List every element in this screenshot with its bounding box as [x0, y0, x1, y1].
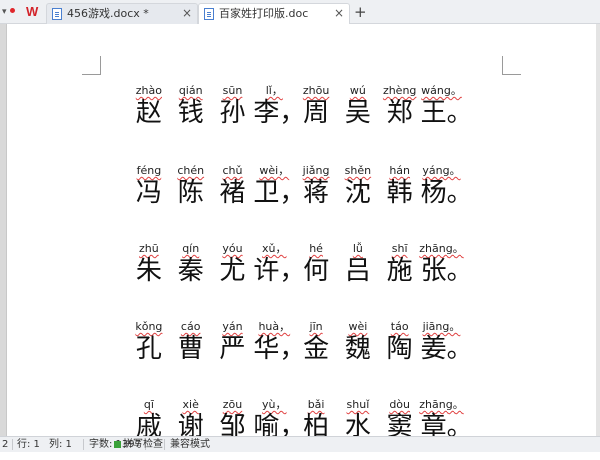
hanzi-character: 张。 [420, 256, 473, 286]
hanzi-character: 孙 [219, 98, 246, 128]
hanzi-character: 李， [253, 98, 306, 128]
pinyin-annotation: jiāng。 [422, 320, 461, 333]
verse-line: kǒng 孔 cáo 曹 yán 严 huà， 华， jīn 金 wèi 魏 táo 陶 jiāng。 姜。 [128, 320, 473, 382]
pinyin-annotation: zhāng。 [419, 398, 464, 411]
hanzi-character: 严 [219, 334, 246, 364]
hanzi-character: 曹 [177, 334, 204, 364]
divider [83, 439, 84, 450]
pinyin-annotation: zhāng。 [419, 242, 464, 255]
hanzi-character: 施 [386, 256, 413, 286]
hanzi-character: 郑 [386, 98, 413, 128]
hanzi-character: 赵 [135, 98, 162, 128]
hanzi-character: 钱 [177, 98, 204, 128]
document-icon [204, 8, 214, 20]
page-indicator[interactable]: 2 [2, 437, 8, 452]
hanzi-character: 陶 [386, 334, 413, 364]
close-icon[interactable]: × [182, 4, 192, 23]
hanzi-character: 姜。 [420, 334, 473, 364]
hanzi-character: 吕 [344, 256, 371, 286]
chevron-down-icon[interactable]: ▾ [2, 4, 7, 20]
wps-logo-icon[interactable]: W [26, 5, 40, 19]
pinyin-annotation: wáng。 [421, 84, 462, 97]
close-icon[interactable]: × [334, 4, 344, 23]
hanzi-character: 吴 [344, 98, 371, 128]
pinyin-annotation: yáng。 [422, 164, 461, 177]
status-bar: 2 行: 1 列: 1 字数: 1397 拼写检查 兼容模式 [0, 436, 600, 452]
verse-line: féng 冯 chén 陈 chǔ 褚 wèi， 卫， jiǎng 蒋 shěn 沈 hán 韩 yáng。… [128, 164, 473, 226]
compat-mode: 兼容模式 [170, 439, 210, 450]
vertical-scrollbar[interactable] [596, 24, 600, 436]
hanzi-character: 华， [253, 334, 306, 364]
spell-check-status[interactable]: 拼写检查 [123, 437, 163, 452]
tab-surname-print-doc[interactable]: 百家姓打印版.doc × [198, 3, 350, 25]
hanzi-character: 杨。 [420, 178, 473, 208]
left-gutter [0, 24, 7, 436]
hanzi-character: 褚 [219, 178, 246, 208]
hanzi-character: 卫， [253, 178, 306, 208]
character-cell: zhāng。 张。 [419, 242, 473, 304]
document-icon [52, 8, 62, 20]
tab-456-game-docx[interactable]: 456游戏.docx * × [46, 3, 198, 24]
notification-dot-icon [10, 8, 15, 13]
divider [164, 439, 165, 450]
hanzi-character: 陈 [177, 178, 204, 208]
hanzi-character: 许， [253, 256, 306, 286]
tab-label: 456游戏.docx * [67, 7, 149, 20]
app-menu-control[interactable]: ▾ W [2, 4, 42, 20]
hanzi-character: 沈 [344, 178, 371, 208]
hanzi-character: 朱 [135, 256, 162, 286]
hanzi-character: 蒋 [303, 178, 330, 208]
character-cell: jiāng。 姜。 [420, 320, 473, 382]
spell-check-icon [114, 441, 121, 448]
row-indicator: 行: 1 [17, 439, 40, 450]
hanzi-character: 周 [303, 98, 330, 128]
verse-line: zhào 赵 qián 钱 sūn 孙 lǐ， 李， zhōu 周 wú 吴 zhèng 郑 wáng。 王。 [128, 84, 473, 146]
page-margin-corner-top-left [82, 56, 101, 75]
divider [12, 439, 13, 450]
hanzi-character: 冯 [135, 178, 162, 208]
hanzi-character: 魏 [344, 334, 371, 364]
hanzi-character: 王。 [420, 98, 473, 128]
verse-line: zhū 朱 qín 秦 yóu 尤 xǔ， 许， hé 何 lǚ 吕 shī 施 zhāng。 张。 [128, 242, 473, 304]
hanzi-character: 孔 [135, 334, 162, 364]
column-indicator: 列: 1 [49, 439, 72, 450]
new-tab-button[interactable]: + [354, 2, 367, 22]
hanzi-character: 韩 [386, 178, 413, 208]
page-margin-corner-top-right [502, 56, 521, 75]
tab-label: 百家姓打印版.doc [219, 7, 309, 20]
hanzi-character: 金 [303, 334, 330, 364]
hanzi-character: 何 [303, 256, 330, 286]
character-cell: yáng。 杨。 [420, 164, 473, 226]
character-cell: wáng。 王。 [420, 84, 473, 146]
hanzi-character: 尤 [219, 256, 246, 286]
tab-bar: ▾ W 456游戏.docx * × 百家姓打印版.doc × + [0, 0, 600, 25]
hanzi-character: 秦 [177, 256, 204, 286]
